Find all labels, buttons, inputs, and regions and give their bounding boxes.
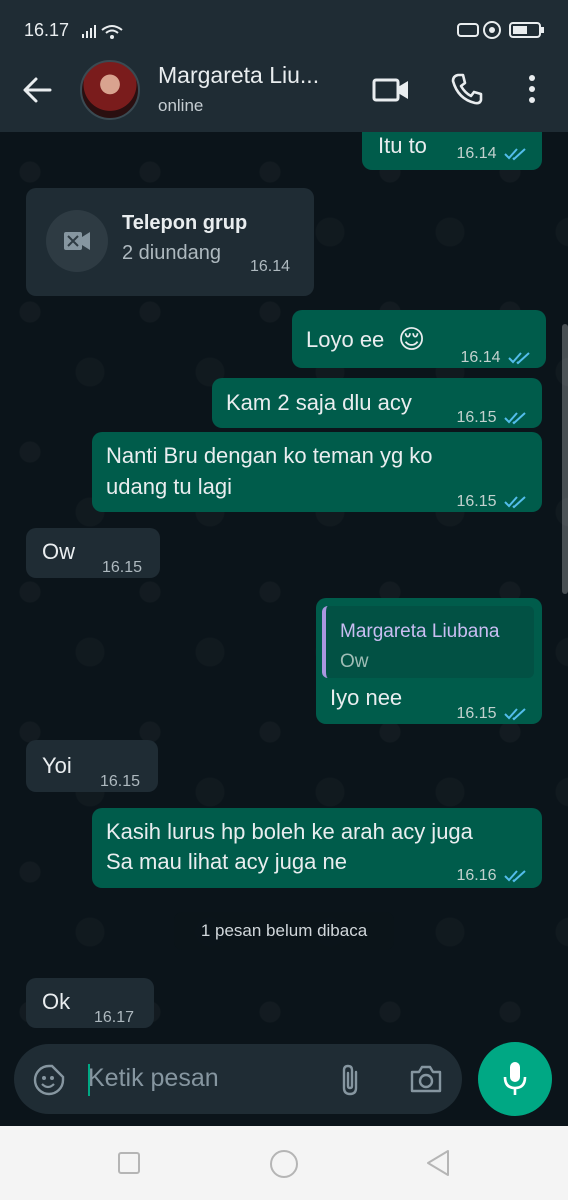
message-incoming[interactable]: Yoi 16.15 bbox=[26, 740, 158, 792]
chat-header: Margareta Liu... online bbox=[0, 58, 568, 132]
system-status-icons bbox=[457, 21, 544, 39]
message-time: 16.15 bbox=[102, 559, 143, 576]
message-text: Yoi bbox=[42, 753, 72, 778]
message-outgoing[interactable]: Itu to 16.14 bbox=[362, 132, 542, 170]
message-text: Ow bbox=[42, 539, 75, 564]
call-title: Telepon grup bbox=[122, 212, 248, 234]
message-text: Itu to bbox=[378, 133, 427, 158]
status-time: 16.17 bbox=[24, 20, 70, 40]
quoted-author: Margareta Liubana bbox=[340, 621, 500, 642]
call-time: 16.14 bbox=[250, 258, 291, 275]
message-meta: 16.14 bbox=[461, 342, 533, 373]
message-input-placeholder[interactable]: Ketik pesan bbox=[88, 1064, 219, 1093]
message-incoming[interactable]: Ok 16.17 bbox=[26, 978, 154, 1028]
signal-wifi-icon bbox=[82, 25, 123, 39]
voice-message-button[interactable] bbox=[478, 1042, 552, 1116]
message-time: 16.14 bbox=[460, 349, 501, 366]
message-incoming[interactable]: Ow 16.15 bbox=[26, 528, 160, 578]
message-outgoing[interactable]: Nanti Bru dengan ko teman yg ko udang tu… bbox=[92, 432, 542, 512]
chat-scrollbar[interactable] bbox=[562, 324, 568, 594]
message-input-field[interactable]: Ketik pesan bbox=[14, 1044, 462, 1114]
message-text: Kam 2 saja dlu acy bbox=[226, 390, 412, 415]
message-time: 16.15 bbox=[456, 705, 497, 722]
voice-call-icon[interactable] bbox=[450, 72, 484, 106]
video-call-icon[interactable] bbox=[372, 74, 410, 106]
message-text-line-1: Nanti Bru dengan ko teman yg ko bbox=[106, 443, 433, 468]
message-meta: 16.15 bbox=[457, 402, 529, 433]
group-video-call-icon bbox=[64, 232, 90, 250]
message-time: 16.17 bbox=[94, 1009, 135, 1026]
message-time: 16.14 bbox=[456, 145, 497, 162]
contact-name[interactable]: Margareta Liu... bbox=[158, 62, 358, 89]
group-call-icon-circle bbox=[46, 210, 108, 272]
double-check-icon bbox=[504, 148, 526, 161]
message-time: 16.15 bbox=[456, 409, 497, 426]
call-subtitle: 2 diundang bbox=[122, 242, 221, 264]
double-check-icon bbox=[504, 412, 526, 425]
system-navigation-bar bbox=[0, 1126, 568, 1200]
message-text: Ok bbox=[42, 989, 71, 1014]
double-check-icon bbox=[504, 708, 526, 721]
double-check-icon bbox=[508, 352, 530, 365]
message-meta: 16.15 bbox=[457, 698, 529, 729]
contact-avatar[interactable] bbox=[80, 60, 140, 120]
contact-status: online bbox=[158, 96, 204, 115]
message-text: Loyo ee bbox=[306, 327, 385, 352]
message-text: Iyo nee bbox=[330, 685, 403, 710]
nav-back-icon[interactable] bbox=[424, 1148, 452, 1178]
message-outgoing[interactable]: Kasih lurus hp boleh ke arah acy juga Sa… bbox=[92, 808, 542, 888]
message-text-line-1: Kasih lurus hp boleh ke arah acy juga bbox=[106, 819, 473, 844]
relieved-face-emoji: 😌 bbox=[398, 324, 426, 354]
message-composer: Ketik pesan bbox=[0, 1040, 568, 1126]
microphone-icon bbox=[503, 1062, 527, 1095]
status-bar: 16.17 bbox=[0, 0, 568, 58]
nav-recents-icon[interactable] bbox=[116, 1150, 142, 1176]
quoted-message[interactable]: Margareta Liubana Ow bbox=[322, 606, 534, 678]
double-check-icon bbox=[504, 870, 526, 883]
message-outgoing-reply[interactable]: Margareta Liubana Ow Iyo nee 16.15 bbox=[316, 598, 542, 724]
message-text-line-2: Sa mau lihat acy juga ne bbox=[106, 849, 347, 874]
message-outgoing[interactable]: Loyo ee 😌 16.14 bbox=[292, 310, 546, 368]
message-time: 16.16 bbox=[456, 867, 497, 884]
back-arrow-icon[interactable] bbox=[20, 74, 56, 106]
double-check-icon bbox=[504, 496, 526, 509]
attachment-icon[interactable] bbox=[336, 1062, 364, 1098]
message-meta: 16.14 bbox=[457, 138, 529, 169]
camera-icon[interactable] bbox=[408, 1062, 444, 1096]
unread-messages-banner: 1 pesan belum dibaca bbox=[174, 912, 394, 950]
emoji-sticker-icon[interactable] bbox=[32, 1063, 66, 1097]
message-time: 16.15 bbox=[100, 773, 141, 790]
nav-home-icon[interactable] bbox=[268, 1148, 300, 1180]
message-meta: 16.15 bbox=[457, 486, 529, 517]
message-meta: 16.16 bbox=[457, 860, 529, 891]
message-outgoing[interactable]: Kam 2 saja dlu acy 16.15 bbox=[212, 378, 542, 428]
chat-messages[interactable]: Itu to 16.14 Telepon grup 2 diundang 16.… bbox=[0, 132, 568, 1040]
message-time: 16.15 bbox=[456, 493, 497, 510]
group-call-card[interactable]: Telepon grup 2 diundang 16.14 bbox=[26, 188, 314, 296]
more-options-icon[interactable] bbox=[522, 72, 542, 106]
quoted-text: Ow bbox=[340, 651, 369, 672]
message-text-line-2: udang tu lagi bbox=[106, 474, 232, 499]
